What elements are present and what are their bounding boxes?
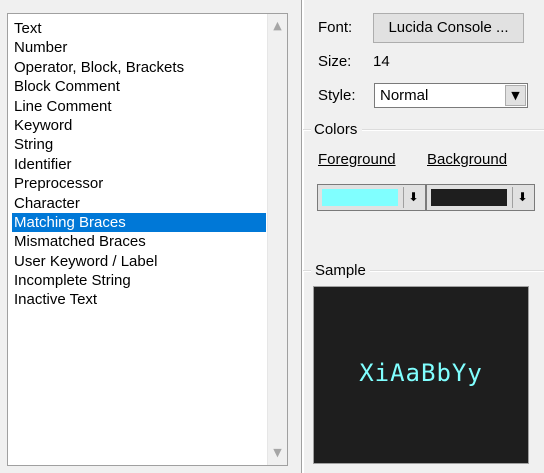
list-item[interactable]: Block Comment xyxy=(12,77,266,96)
list-item[interactable]: Mismatched Braces xyxy=(12,232,266,251)
panel-divider xyxy=(301,0,304,473)
list-item[interactable]: Incomplete String xyxy=(12,271,266,290)
vertical-scrollbar[interactable]: ▲ ▼ xyxy=(267,14,287,465)
scroll-up-arrow-icon[interactable]: ▲ xyxy=(268,16,287,36)
style-select[interactable]: Normal ▼ xyxy=(374,83,528,108)
foreground-label: Foreground xyxy=(318,151,396,168)
size-value: 14 xyxy=(373,53,390,70)
color-dropdown-arrow-icon[interactable]: ⬇ xyxy=(512,187,532,208)
list-item[interactable]: Operator, Block, Brackets xyxy=(12,58,266,77)
style-label: Style: xyxy=(318,87,356,104)
background-color-picker[interactable]: ⬇ xyxy=(426,184,535,211)
background-label: Background xyxy=(427,151,508,168)
sample-group-line-right xyxy=(370,270,544,272)
style-select-value: Normal xyxy=(380,87,429,104)
colors-group-label: Colors xyxy=(314,121,358,138)
element-listbox[interactable]: Text Number Operator, Block, Brackets Block… xyxy=(7,13,288,466)
list-item[interactable]: User Keyword / Label xyxy=(12,252,266,271)
list-item[interactable]: Text xyxy=(12,19,266,38)
scroll-down-arrow-icon[interactable]: ▼ xyxy=(268,443,287,463)
list-item[interactable]: Character xyxy=(12,194,266,213)
background-swatch xyxy=(431,189,507,206)
list-item[interactable]: Inactive Text xyxy=(12,290,266,309)
element-list[interactable]: Text Number Operator, Block, Brackets Block… xyxy=(12,19,266,310)
list-item[interactable]: Keyword xyxy=(12,116,266,135)
size-label: Size: xyxy=(318,53,352,70)
dropdown-arrow-icon[interactable]: ▼ xyxy=(505,85,526,106)
list-item[interactable]: Matching Braces xyxy=(12,212,266,233)
colors-group-line-right xyxy=(362,129,544,131)
sample-text: XiAaBbYy xyxy=(359,359,483,387)
foreground-swatch xyxy=(322,189,398,206)
colors-group-line-left xyxy=(303,129,311,131)
list-item[interactable]: Preprocessor xyxy=(12,174,266,193)
sample-preview: XiAaBbYy xyxy=(313,286,529,464)
sample-group-label: Sample xyxy=(315,262,366,279)
font-label: Font: xyxy=(318,19,353,36)
list-item[interactable]: String xyxy=(12,135,266,154)
font-button[interactable]: Lucida Console ... xyxy=(373,13,524,43)
sample-group-line-left xyxy=(303,270,311,272)
color-dropdown-arrow-icon[interactable]: ⬇ xyxy=(403,187,423,208)
foreground-color-picker[interactable]: ⬇ xyxy=(317,184,426,211)
list-item[interactable]: Number xyxy=(12,38,266,57)
list-item[interactable]: Line Comment xyxy=(12,97,266,116)
list-item[interactable]: Identifier xyxy=(12,155,266,174)
